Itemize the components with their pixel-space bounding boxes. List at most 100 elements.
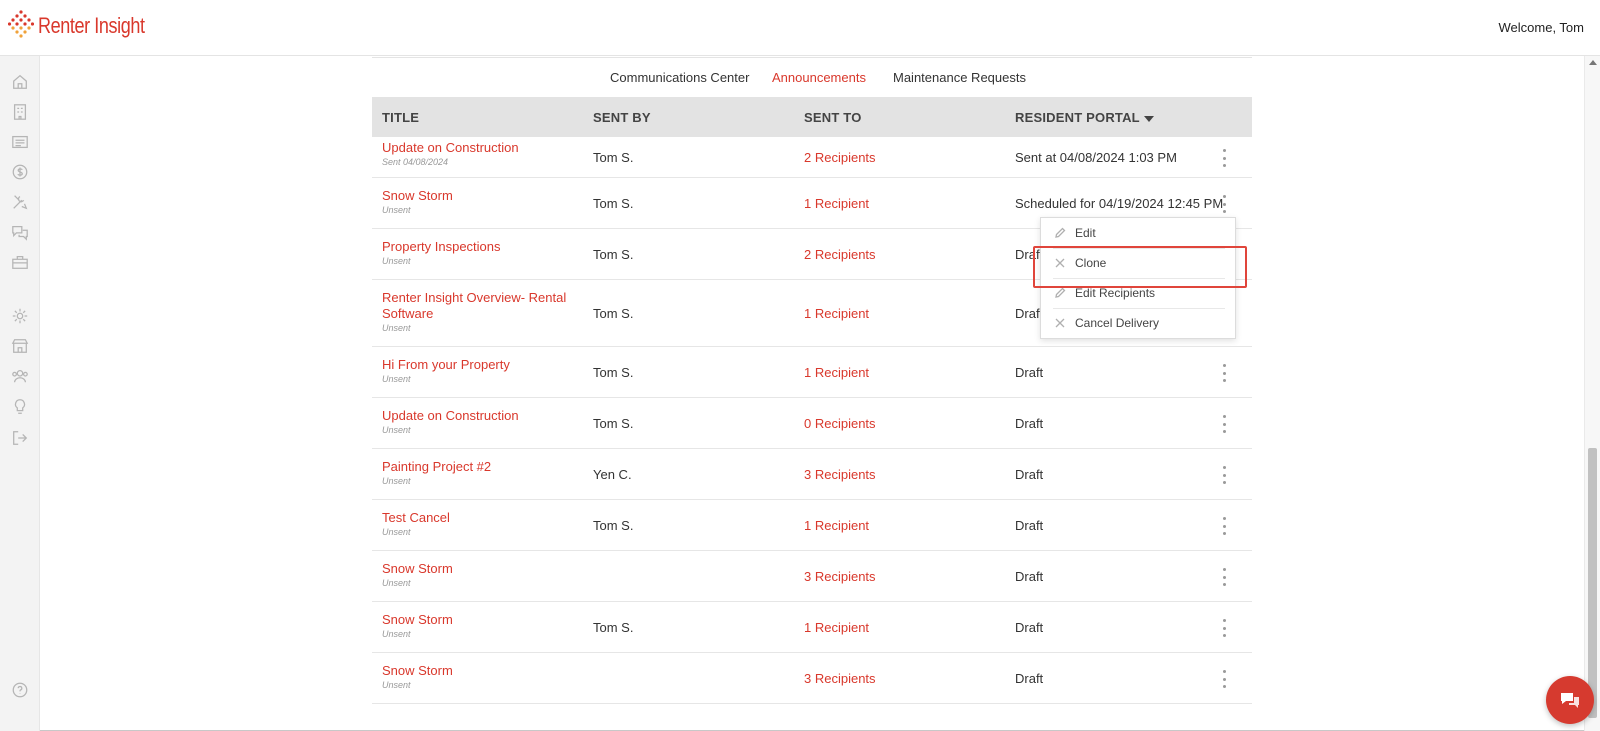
column-header-sent-to[interactable]: SENT TO <box>804 110 862 125</box>
column-header-sent-by[interactable]: SENT BY <box>593 110 651 125</box>
x-icon <box>1053 256 1067 270</box>
table-row[interactable]: Snow Storm Unsent Tom S. 1 Recipient Draft <box>372 602 1252 653</box>
lightbulb-icon[interactable] <box>10 397 30 417</box>
table-row[interactable]: Update on Construction Unsent Tom S. 0 Reci… <box>372 398 1252 449</box>
gear-icon[interactable] <box>10 306 30 326</box>
announcement-title-link[interactable]: Update on Construction <box>382 140 572 156</box>
table-row[interactable]: Snow Storm Unsent 3 Recipients Draft <box>372 653 1252 704</box>
column-header-title[interactable]: TITLE <box>382 110 419 125</box>
sent-by-cell: Tom S. <box>593 247 634 262</box>
toolbox-icon[interactable] <box>10 252 30 272</box>
row-actions-menu: Edit Clone Edit Recipients Cancel Delive… <box>1040 217 1236 339</box>
sent-to-link[interactable]: 2 Recipients <box>804 150 876 165</box>
menu-item-label: Clone <box>1075 256 1107 270</box>
top-header: Renter Insight Welcome, Tom <box>0 0 1600 56</box>
announcement-status-subtext: Unsent <box>382 256 411 266</box>
scroll-up-arrow-icon[interactable] <box>1589 60 1597 65</box>
row-actions-kebab-icon[interactable] <box>1218 415 1230 433</box>
pencil-icon <box>1053 286 1067 300</box>
announcement-status-subtext: Unsent <box>382 578 411 588</box>
chat-bubble-icon <box>1561 693 1579 708</box>
welcome-text: Welcome, Tom <box>1498 20 1585 35</box>
help-icon[interactable] <box>10 680 30 700</box>
row-actions-kebab-icon[interactable] <box>1218 670 1230 688</box>
sent-to-link[interactable]: 1 Recipient <box>804 196 869 211</box>
tab-communications-center[interactable]: Communications Center <box>610 70 749 85</box>
announcement-title-link[interactable]: Update on Construction <box>382 408 572 424</box>
row-actions-kebab-icon[interactable] <box>1218 466 1230 484</box>
announcement-title-link[interactable]: Property Inspections <box>382 239 572 255</box>
menu-item-label: Edit Recipients <box>1075 286 1156 300</box>
sent-by-cell: Tom S. <box>593 306 634 321</box>
sent-to-link[interactable]: 3 Recipients <box>804 569 876 584</box>
resident-portal-status: Draft <box>1015 416 1044 431</box>
announcement-title-link[interactable]: Renter Insight Overview- Rental Software <box>382 290 572 322</box>
logout-icon[interactable] <box>10 428 30 448</box>
sent-to-link[interactable]: 1 Recipient <box>804 306 869 321</box>
resident-portal-status: Draft <box>1015 467 1044 482</box>
row-actions-kebab-icon[interactable] <box>1218 619 1230 637</box>
scroll-thumb[interactable] <box>1588 448 1597 718</box>
resident-portal-status: Sent at 04/08/2024 1:03 PM <box>1015 150 1177 165</box>
announcement-status-subtext: Unsent <box>382 425 411 435</box>
row-title-cell: Hi From your Property Unsent <box>382 357 572 385</box>
sent-to-link[interactable]: 3 Recipients <box>804 671 876 686</box>
row-actions-kebab-icon[interactable] <box>1218 517 1230 535</box>
row-title-cell: Painting Project #2 Unsent <box>382 459 572 487</box>
table-row[interactable]: Painting Project #2 Unsent Yen C. 3 Recipie… <box>372 449 1252 500</box>
chat-icon[interactable] <box>10 222 30 242</box>
announcement-title-link[interactable]: Test Cancel <box>382 510 572 526</box>
table-row[interactable]: Update on Construction Sent 04/08/2024 Tom… <box>372 137 1252 178</box>
table-row[interactable]: Snow Storm Unsent 3 Recipients Draft <box>372 551 1252 602</box>
announcement-title-link[interactable]: Snow Storm <box>382 663 572 679</box>
menu-item-label: Cancel Delivery <box>1075 316 1160 330</box>
announcement-title-link[interactable]: Snow Storm <box>382 561 572 577</box>
column-header-resident-portal[interactable]: RESIDENT PORTAL <box>1015 110 1154 125</box>
table-row[interactable]: Test Cancel Unsent Tom S. 1 Recipient Draft <box>372 500 1252 551</box>
menu-item-clone[interactable]: Clone <box>1053 248 1225 278</box>
users-icon[interactable] <box>10 366 30 386</box>
announcement-title-link[interactable]: Snow Storm <box>382 188 572 204</box>
tab-announcements[interactable]: Announcements <box>772 70 866 85</box>
sent-to-link[interactable]: 1 Recipient <box>804 518 869 533</box>
logo[interactable]: Renter Insight <box>8 9 168 43</box>
row-title-cell: Snow Storm Unsent <box>382 561 572 589</box>
announcement-status-subtext: Unsent <box>382 374 411 384</box>
menu-item-edit-recipients[interactable]: Edit Recipients <box>1053 278 1225 308</box>
building-icon[interactable] <box>10 102 30 122</box>
x-icon <box>1053 316 1067 330</box>
row-actions-kebab-icon[interactable] <box>1218 364 1230 382</box>
tab-maintenance-requests[interactable]: Maintenance Requests <box>893 70 1026 85</box>
sent-by-cell: Yen C. <box>593 467 632 482</box>
row-actions-kebab-icon[interactable] <box>1218 149 1230 167</box>
sent-to-link[interactable]: 0 Recipients <box>804 416 876 431</box>
announcement-title-link[interactable]: Hi From your Property <box>382 357 572 373</box>
tools-icon[interactable] <box>10 192 30 212</box>
home-icon[interactable] <box>10 72 30 92</box>
dollar-icon[interactable] <box>10 162 30 182</box>
row-title-cell: Snow Storm Unsent <box>382 663 572 691</box>
announcement-status-subtext: Unsent <box>382 476 411 486</box>
announcements-table: TITLE SENT BY SENT TO RESIDENT PORTAL Up… <box>372 97 1252 704</box>
announcement-title-link[interactable]: Painting Project #2 <box>382 459 572 475</box>
sent-to-link[interactable]: 2 Recipients <box>804 247 876 262</box>
sent-to-link[interactable]: 1 Recipient <box>804 365 869 380</box>
sent-to-link[interactable]: 1 Recipient <box>804 620 869 635</box>
sent-by-cell: Tom S. <box>593 416 634 431</box>
sent-by-cell: Tom S. <box>593 518 634 533</box>
sent-by-cell: Tom S. <box>593 365 634 380</box>
chat-widget-button[interactable] <box>1546 676 1594 724</box>
page-scrollbar[interactable] <box>1584 56 1600 731</box>
table-row[interactable]: Hi From your Property Unsent Tom S. 1 Recip… <box>372 347 1252 398</box>
row-actions-kebab-icon[interactable] <box>1218 195 1230 213</box>
sent-to-link[interactable]: 3 Recipients <box>804 467 876 482</box>
announcement-title-link[interactable]: Snow Storm <box>382 612 572 628</box>
resident-portal-status: Draft <box>1015 247 1044 262</box>
menu-item-label: Edit <box>1075 226 1096 240</box>
list-icon[interactable] <box>10 132 30 152</box>
menu-item-cancel-delivery[interactable]: Cancel Delivery <box>1053 308 1225 338</box>
store-icon[interactable] <box>10 336 30 356</box>
resident-portal-status: Draft <box>1015 620 1044 635</box>
menu-item-edit[interactable]: Edit <box>1053 218 1225 248</box>
row-actions-kebab-icon[interactable] <box>1218 568 1230 586</box>
